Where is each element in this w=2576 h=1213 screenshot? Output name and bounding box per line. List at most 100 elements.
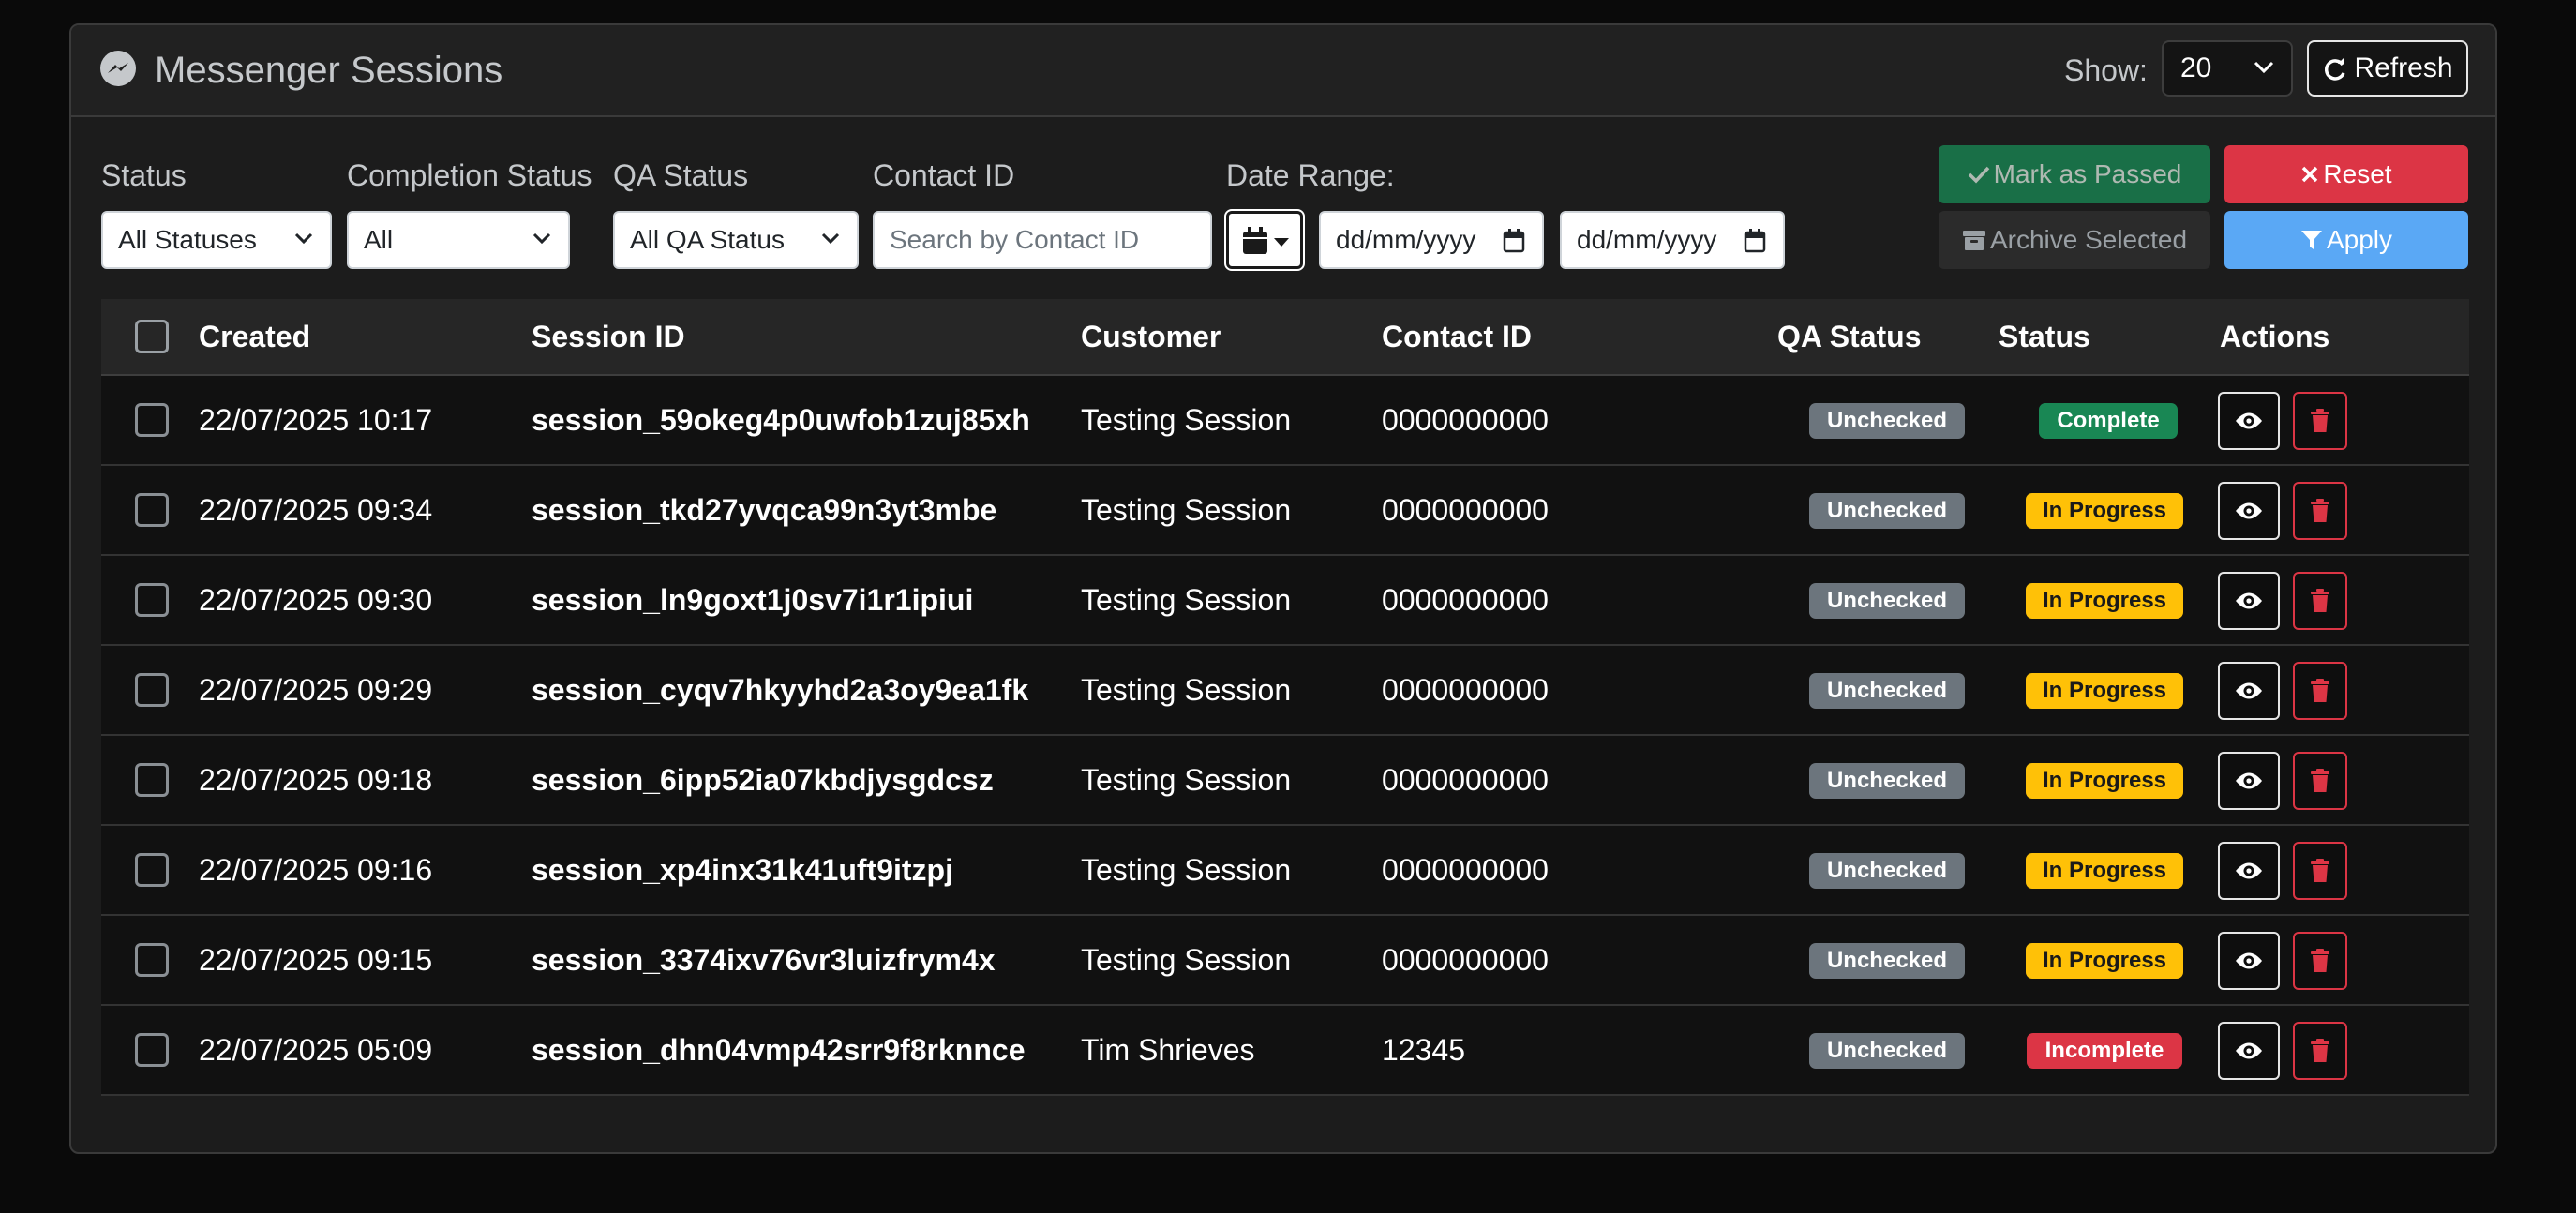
view-button[interactable]: [2218, 392, 2280, 450]
eye-icon: [2236, 1042, 2262, 1059]
row-checkbox[interactable]: [135, 583, 169, 617]
session-id-cell: session_cyqv7hkyyhd2a3oy9ea1fk: [532, 673, 1029, 707]
row-checkbox[interactable]: [135, 403, 169, 437]
qa-filter-select[interactable]: All QA Status: [613, 211, 859, 269]
customer-cell: Testing Session: [1081, 673, 1292, 707]
sessions-card: Messenger Sessions Show: 20 Refresh Stat…: [69, 23, 2497, 1154]
page-size-value: 20: [2180, 52, 2212, 83]
row-checkbox[interactable]: [135, 943, 169, 977]
created-cell: 22/07/2025 09:15: [199, 943, 433, 977]
view-button[interactable]: [2218, 482, 2280, 540]
date-from-input[interactable]: dd/mm/yyyy: [1319, 211, 1544, 269]
status-filter-select[interactable]: All Statuses: [101, 211, 332, 269]
delete-button[interactable]: [2293, 482, 2347, 540]
table-row[interactable]: 22/07/2025 09:18 session_6ipp52ia07kbdjys…: [101, 736, 2469, 826]
trash-icon: [2311, 679, 2329, 702]
select-all-checkbox[interactable]: [135, 320, 169, 353]
delete-button[interactable]: [2293, 1022, 2347, 1080]
status-badge: In Progress: [2026, 493, 2183, 529]
view-button[interactable]: [2218, 662, 2280, 720]
contact-id-cell: 0000000000: [1382, 583, 1549, 617]
date-to-input[interactable]: dd/mm/yyyy: [1560, 211, 1785, 269]
column-header-actions: Actions: [2220, 320, 2330, 353]
apply-button[interactable]: Apply: [2224, 211, 2468, 269]
trash-icon: [2311, 949, 2329, 972]
table-row[interactable]: 22/07/2025 09:34 session_tkd27yvqca99n3yt…: [101, 466, 2469, 556]
customer-cell: Testing Session: [1081, 493, 1292, 527]
status-filter-label: Status: [101, 158, 187, 192]
column-header-qa-status[interactable]: QA Status: [1777, 318, 1922, 355]
contact-search-input[interactable]: Search by Contact ID: [873, 211, 1212, 269]
delete-button[interactable]: [2293, 662, 2347, 720]
contact-id-cell: 12345: [1382, 1033, 1465, 1067]
date-preset-dropdown[interactable]: [1224, 209, 1305, 271]
page-size-select[interactable]: 20: [2162, 40, 2293, 97]
column-header-created[interactable]: Created: [199, 318, 310, 355]
reset-button[interactable]: Reset: [2224, 145, 2468, 203]
eye-icon: [2236, 412, 2262, 429]
caret-down-icon: [1274, 238, 1289, 247]
column-header-customer[interactable]: Customer: [1081, 318, 1221, 355]
chevron-down-icon: [821, 232, 840, 245]
view-button[interactable]: [2218, 842, 2280, 900]
mark-as-passed-button[interactable]: Mark as Passed: [1939, 145, 2210, 203]
calendar-icon: [1503, 229, 1525, 253]
status-badge: Incomplete: [2027, 1033, 2182, 1069]
view-button[interactable]: [2218, 932, 2280, 990]
session-id-cell: session_6ipp52ia07kbdjysgdcsz: [532, 763, 994, 797]
archive-icon: [1962, 230, 1985, 250]
qa-status-badge: Unchecked: [1809, 763, 1965, 799]
view-button[interactable]: [2218, 1022, 2280, 1080]
refresh-icon: [2325, 57, 2346, 81]
created-cell: 22/07/2025 09:16: [199, 853, 433, 887]
table-row[interactable]: 22/07/2025 10:17 session_59okeg4p0uwfob1z…: [101, 376, 2469, 466]
row-checkbox[interactable]: [135, 673, 169, 707]
created-cell: 22/07/2025 05:09: [199, 1033, 433, 1067]
delete-button[interactable]: [2293, 932, 2347, 990]
eye-icon: [2236, 682, 2262, 699]
session-id-cell: session_59okeg4p0uwfob1zuj85xh: [532, 403, 1030, 437]
table-row[interactable]: 22/07/2025 09:29 session_cyqv7hkyyhd2a3oy…: [101, 646, 2469, 736]
refresh-button[interactable]: Refresh: [2307, 40, 2468, 97]
calendar-icon: [1243, 227, 1267, 254]
column-header-session-id[interactable]: Session ID: [532, 318, 685, 355]
table-row[interactable]: 22/07/2025 05:09 session_dhn04vmp42srr9f8…: [101, 1006, 2469, 1096]
column-header-contact-id[interactable]: Contact ID: [1382, 318, 1532, 355]
eye-icon: [2236, 862, 2262, 879]
delete-button[interactable]: [2293, 752, 2347, 810]
filter-icon: [2300, 230, 2322, 249]
row-checkbox[interactable]: [135, 853, 169, 887]
table-row[interactable]: 22/07/2025 09:16 session_xp4inx31k41uft9i…: [101, 826, 2469, 916]
view-button[interactable]: [2218, 572, 2280, 630]
delete-button[interactable]: [2293, 842, 2347, 900]
row-checkbox[interactable]: [135, 493, 169, 527]
contact-id-cell: 0000000000: [1382, 943, 1549, 977]
customer-cell: Testing Session: [1081, 583, 1292, 617]
trash-icon: [2311, 409, 2329, 432]
column-header-status[interactable]: Status: [1999, 318, 2090, 355]
date-range-label: Date Range:: [1226, 158, 1395, 192]
view-button[interactable]: [2218, 752, 2280, 810]
table-row[interactable]: 22/07/2025 09:15 session_3374ixv76vr3luiz…: [101, 916, 2469, 1006]
row-checkbox[interactable]: [135, 1033, 169, 1067]
archive-selected-button[interactable]: Archive Selected: [1939, 211, 2210, 269]
status-badge: In Progress: [2026, 943, 2183, 979]
customer-cell: Testing Session: [1081, 853, 1292, 887]
row-checkbox[interactable]: [135, 763, 169, 797]
delete-button[interactable]: [2293, 392, 2347, 450]
created-cell: 22/07/2025 09:34: [199, 493, 433, 527]
table-row[interactable]: 22/07/2025 09:30 session_ln9goxt1j0sv7i1r…: [101, 556, 2469, 646]
completion-filter-select[interactable]: All: [347, 211, 570, 269]
card-header: Messenger Sessions Show: 20 Refresh: [71, 25, 2495, 117]
customer-cell: Testing Session: [1081, 943, 1292, 977]
session-id-cell: session_ln9goxt1j0sv7i1r1ipiui: [532, 583, 974, 617]
check-icon: [1968, 166, 1989, 184]
created-cell: 22/07/2025 10:17: [199, 403, 433, 437]
archive-selected-label: Archive Selected: [1989, 225, 2188, 254]
contact-search-placeholder: Search by Contact ID: [890, 225, 1140, 254]
apply-label: Apply: [2326, 225, 2393, 254]
show-label: Show:: [2064, 53, 2148, 87]
calendar-icon: [1744, 229, 1766, 253]
delete-button[interactable]: [2293, 572, 2347, 630]
reset-label: Reset: [2323, 159, 2392, 188]
